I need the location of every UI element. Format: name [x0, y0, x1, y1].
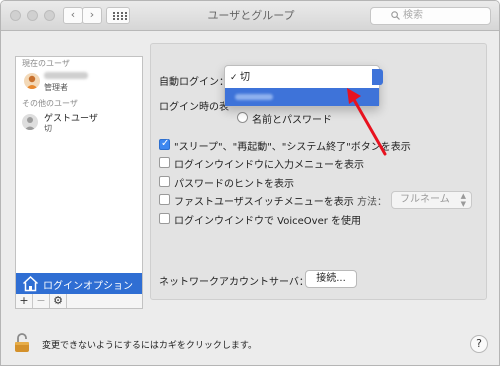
title-bar: ‹ › ユーザとグループ 検索 [1, 1, 499, 31]
checkbox-voiceover-label: ログインウインドウで VoiceOver を使用 [174, 216, 362, 227]
checkbox-fast-user-switch-label: ファストユーザスイッチメニューを表示 [174, 197, 354, 208]
checkbox-input-menu-label: ログインウインドウに入力メニューを表示 [174, 160, 364, 171]
checkbox-password-hints-label: パスワードのヒントを表示 [174, 179, 294, 190]
current-user-header: 現在のユーザ [22, 59, 70, 68]
blurred-username [44, 72, 88, 79]
checkbox-show-buttons[interactable] [159, 138, 170, 150]
dropdown-stepper [372, 69, 383, 85]
guest-user-status: 切 [44, 124, 52, 133]
current-user-role: 管理者 [44, 83, 68, 92]
search-field[interactable]: 検索 [370, 7, 491, 25]
menu-item-off[interactable]: ✓ 切 [225, 69, 379, 87]
avatar [24, 73, 40, 89]
auto-login-label: 自動ログイン： [159, 77, 229, 88]
current-user-name [44, 71, 88, 81]
search-icon [391, 11, 400, 20]
help-button[interactable]: ? [470, 335, 488, 353]
guest-user-name: ゲストユーザ [44, 114, 98, 124]
chevron-up-down-icon: ▲ ▼ [460, 192, 466, 208]
radio-name-password-label: 名前とパスワード [252, 115, 332, 126]
login-options-item[interactable]: ログインオプション [16, 273, 142, 294]
method-label: 方法： [357, 197, 387, 208]
lock-icon[interactable] [14, 332, 30, 353]
method-popup[interactable]: フルネーム ▲ ▼ [391, 191, 472, 209]
checkbox-fast-user-switch[interactable] [159, 194, 170, 205]
blurred-username [235, 94, 273, 100]
method-value: フルネーム [400, 194, 450, 205]
users-sidebar: 現在のユーザ 管理者 その他のユーザ ゲストユーザ 切 ログインオプション [15, 56, 143, 294]
login-options-label: ログインオプション [43, 281, 133, 292]
remove-user-button[interactable]: − [33, 294, 50, 308]
menu-item-off-label: 切 [240, 72, 250, 83]
annotation-arrow-icon [347, 88, 387, 156]
guest-avatar-icon [22, 114, 38, 130]
current-user-item[interactable]: 管理者 [16, 71, 142, 97]
guest-user-item[interactable]: ゲストユーザ 切 [16, 112, 142, 138]
search-placeholder: 検索 [403, 10, 423, 21]
checkbox-input-menu[interactable] [159, 157, 170, 168]
sidebar-toolbar: + − ⚙ [15, 294, 143, 309]
lock-message: 変更できないようにするにはカギをクリックします。 [42, 341, 258, 351]
checkbox-voiceover[interactable] [159, 213, 170, 224]
login-window-label: ログイン時の表 [159, 102, 229, 113]
add-user-button[interactable]: + [16, 294, 33, 308]
preferences-window: ‹ › ユーザとグループ 検索 現在のユーザ 管理者 その他のユーザ ゲストユー [0, 0, 500, 366]
house-icon [22, 275, 39, 292]
other-users-header: その他のユーザ [22, 99, 78, 108]
network-server-label: ネットワークアカウントサーバ： [159, 277, 309, 288]
checkmark-icon: ✓ [230, 73, 238, 83]
checkbox-password-hints[interactable] [159, 176, 170, 187]
gear-icon[interactable]: ⚙ [50, 294, 67, 308]
connect-button[interactable]: 接続... [305, 270, 357, 288]
radio-name-password[interactable] [237, 112, 248, 123]
